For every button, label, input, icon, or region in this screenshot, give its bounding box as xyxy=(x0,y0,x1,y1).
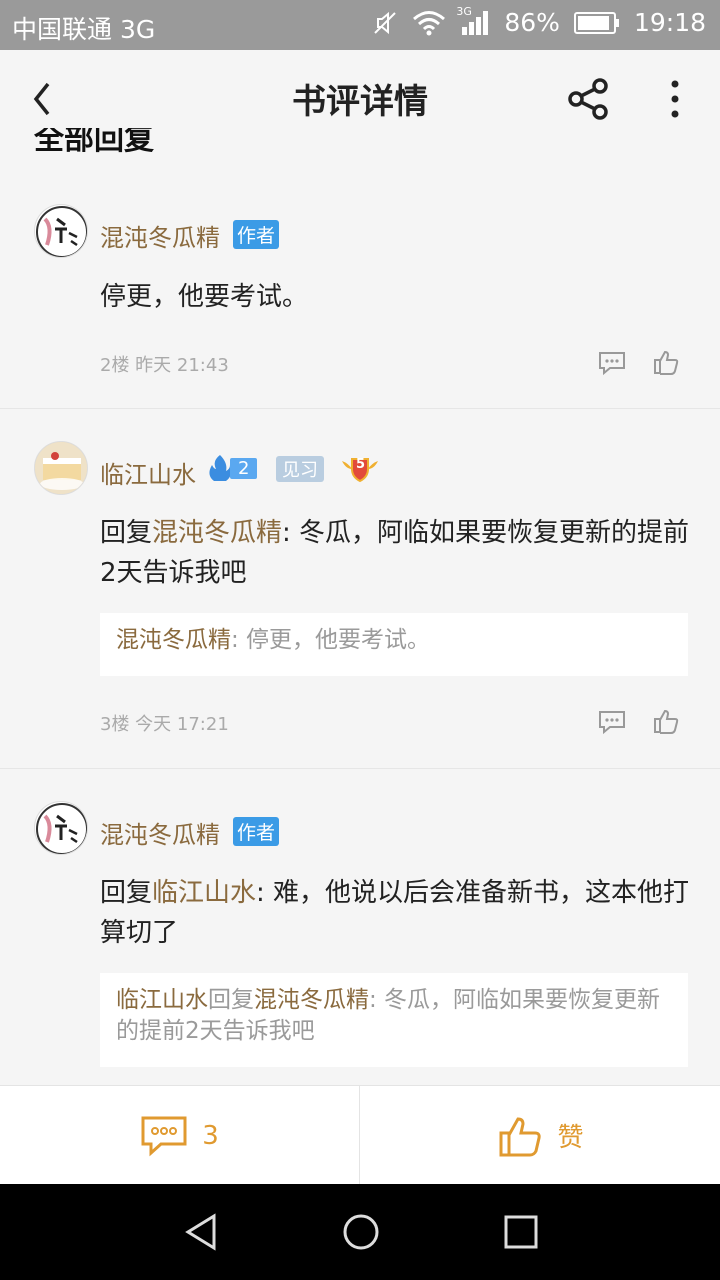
more-vertical-icon xyxy=(671,80,679,118)
username[interactable]: 混沌冬瓜精 xyxy=(100,815,220,850)
comment-item: 临江山水 2 见习 5 回复混沌冬瓜精: 冬瓜，阿临如果要恢复更新的提前2天告诉… xyxy=(0,409,720,769)
status-bar: 中国联通 3G 3G 86% 19:18 xyxy=(0,0,720,50)
username[interactable]: 混沌冬瓜精 xyxy=(100,218,220,253)
more-options-button[interactable] xyxy=(660,78,690,122)
fire-level-badge: 2 xyxy=(206,453,258,483)
comment-count-button[interactable]: 3 xyxy=(0,1086,359,1185)
network-type-label: 3G xyxy=(456,4,472,18)
comment-item: 混沌冬瓜精 作者 回复临江山水: 难，他说以后会准备新书，这本他打算切了 临江山… xyxy=(0,769,720,1085)
reply-icon[interactable] xyxy=(598,709,626,735)
quoted-comment: 临江山水回复混沌冬瓜精: 冬瓜，阿临如果要恢复更新的提前2天告诉我吧 xyxy=(100,973,688,1067)
reply-icon[interactable] xyxy=(598,350,626,376)
comment-text: 回复混沌冬瓜精: 冬瓜，阿临如果要恢复更新的提前2天告诉我吧 xyxy=(100,518,690,588)
wifi-icon xyxy=(412,10,446,36)
rank-badge: 见习 xyxy=(276,456,324,482)
avatar[interactable] xyxy=(34,441,88,495)
nav-recents-icon[interactable] xyxy=(501,1212,541,1252)
calligraphy-avatar-image xyxy=(36,206,87,257)
cake-avatar-image xyxy=(35,442,87,494)
carrier-label: 中国联通 3G xyxy=(12,15,156,44)
comment-item: 混沌冬瓜精 作者 停更，他要考试。 2楼 昨天 21:43 xyxy=(0,190,720,408)
comment-count: 3 xyxy=(202,1120,219,1151)
quoted-comment: 混沌冬瓜精: 停更，他要考试。 xyxy=(100,613,688,676)
reply-target-user[interactable]: 临江山水 xyxy=(152,878,256,908)
divider xyxy=(359,1086,360,1185)
reply-target-user[interactable]: 混沌冬瓜精 xyxy=(152,518,282,548)
nav-home-icon[interactable] xyxy=(341,1212,381,1252)
bottom-action-bar: 3 赞 xyxy=(0,1085,720,1185)
system-navigation-bar xyxy=(0,1184,720,1280)
like-label: 赞 xyxy=(557,1123,584,1153)
medal-badge: 5 xyxy=(340,453,380,483)
calligraphy-avatar-image xyxy=(36,803,87,854)
battery-percent: 86% xyxy=(504,8,560,37)
avatar[interactable] xyxy=(34,204,88,258)
nav-back-icon[interactable] xyxy=(182,1212,222,1252)
avatar[interactable] xyxy=(34,801,88,855)
section-title: 全部回复 xyxy=(34,128,154,157)
author-badge: 作者 xyxy=(233,220,280,249)
comment-text: 回复临江山水: 难，他说以后会准备新书，这本他打算切了 xyxy=(100,878,690,948)
clock: 19:18 xyxy=(633,8,706,37)
floor-timestamp: 3楼 今天 17:21 xyxy=(100,714,229,735)
mute-icon xyxy=(372,10,398,36)
share-icon xyxy=(568,78,608,120)
author-badge: 作者 xyxy=(233,817,280,846)
battery-icon xyxy=(573,11,620,35)
like-button[interactable]: 赞 xyxy=(361,1086,720,1185)
comment-text: 停更，他要考试。 xyxy=(100,282,309,312)
signal-icon: 3G xyxy=(456,5,490,37)
thumbs-up-icon xyxy=(499,1116,542,1156)
thumbs-up-icon[interactable] xyxy=(652,707,680,735)
floor-timestamp: 2楼 昨天 21:43 xyxy=(100,355,229,376)
quote-username[interactable]: 混沌冬瓜精 xyxy=(116,627,231,653)
quote-reply-target[interactable]: 混沌冬瓜精 xyxy=(254,987,369,1013)
share-button[interactable] xyxy=(564,74,614,124)
username[interactable]: 临江山水 xyxy=(100,455,196,490)
comment-icon xyxy=(141,1116,187,1156)
quote-username[interactable]: 临江山水 xyxy=(116,987,208,1013)
thumbs-up-icon[interactable] xyxy=(652,348,680,376)
